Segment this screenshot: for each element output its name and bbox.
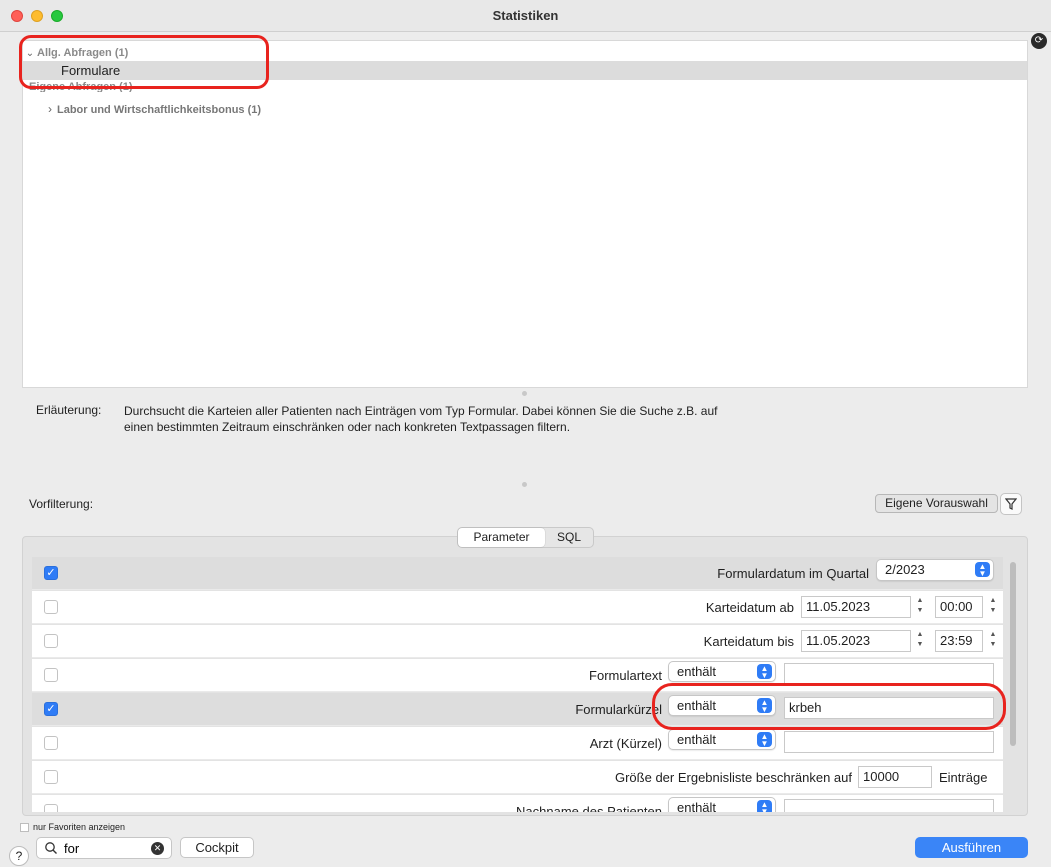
- param-label: Formularkürzel: [575, 702, 662, 717]
- karteidatum-bis-time[interactable]: 23:59: [935, 630, 983, 652]
- param-label: Formulardatum im Quartal: [717, 566, 869, 581]
- formulartext-operator-select[interactable]: enthält ▲ ▼: [668, 661, 776, 682]
- param-checkbox-quartal[interactable]: ✓: [44, 566, 58, 580]
- param-label: Nachname des Patienten: [516, 804, 662, 812]
- annotation-highlight-formularkuerzel: [652, 683, 1006, 730]
- annotation-highlight-tree: [19, 35, 269, 89]
- arzt-input[interactable]: [784, 731, 994, 753]
- time-stepper[interactable]: ▲ ▼: [987, 630, 999, 652]
- param-row-karteidatum-ab: Karteidatum ab 11.05.2023 ▲ ▼ 00:00 ▲ ▼: [32, 591, 1003, 624]
- karteidatum-ab-time[interactable]: 00:00: [935, 596, 983, 618]
- param-checkbox-karteidatum-ab[interactable]: [44, 600, 58, 614]
- window-title: Statistiken: [492, 8, 559, 23]
- ergebnisliste-limit-input[interactable]: 10000: [858, 766, 932, 788]
- tree-group-labor[interactable]: › Labor und Wirtschaftlichkeitsbonus (1): [23, 99, 1027, 118]
- param-row-ergebnisliste: Größe der Ergebnisliste beschränken auf …: [32, 761, 1003, 794]
- query-tree: ⌄Allg. Abfragen (1) Formulare ›Eigene Ab…: [22, 40, 1028, 388]
- explanation-label: Erläuterung:: [36, 403, 102, 417]
- splitter-handle[interactable]: [522, 391, 527, 396]
- chevron-updown-icon: ▲ ▼: [757, 800, 772, 812]
- param-label: Formulartext: [589, 668, 662, 683]
- splitter-handle[interactable]: [522, 482, 527, 487]
- quartal-select[interactable]: 2/2023 ▲ ▼: [876, 559, 994, 581]
- param-label: Arzt (Kürzel): [589, 736, 662, 751]
- search-input[interactable]: [64, 840, 152, 856]
- arzt-operator-select[interactable]: enthält ▲ ▼: [668, 729, 776, 750]
- param-checkbox-ergebnisliste[interactable]: [44, 770, 58, 784]
- filter-icon[interactable]: [1000, 493, 1022, 515]
- nachname-operator-select[interactable]: enthält ▲ ▼: [668, 797, 776, 812]
- param-checkbox-arzt[interactable]: [44, 736, 58, 750]
- param-checkbox-formularkuerzel[interactable]: ✓: [44, 702, 58, 716]
- favorites-only-checkbox[interactable]: [20, 823, 29, 832]
- karteidatum-bis-date[interactable]: 11.05.2023: [801, 630, 911, 652]
- param-label: Größe der Ergebnisliste beschränken auf: [614, 770, 852, 785]
- param-row-quartal: ✓ Formulardatum im Quartal 2/2023 ▲ ▼: [32, 557, 1003, 590]
- corner-action-icon[interactable]: ⟳: [1031, 33, 1047, 49]
- date-stepper[interactable]: ▲ ▼: [914, 596, 926, 618]
- param-label: Karteidatum ab: [705, 600, 794, 615]
- help-button[interactable]: ?: [9, 846, 29, 866]
- cockpit-button[interactable]: Cockpit: [180, 837, 254, 858]
- param-checkbox-nachname[interactable]: [44, 804, 58, 812]
- search-field[interactable]: ✕: [36, 837, 172, 859]
- karteidatum-ab-date[interactable]: 11.05.2023: [801, 596, 911, 618]
- search-icon: [45, 842, 57, 854]
- param-checkbox-formulartext[interactable]: [44, 668, 58, 682]
- tab-sql[interactable]: SQL: [545, 528, 593, 547]
- chevron-updown-icon: ▲ ▼: [757, 732, 772, 748]
- chevron-right-icon[interactable]: ›: [43, 100, 57, 119]
- param-row-clip: Nachname des Patienten enthält ▲ ▼: [32, 795, 1003, 812]
- prefilter-label: Vorfilterung:: [29, 497, 94, 511]
- tab-bar: Parameter SQL: [457, 527, 594, 548]
- tab-parameter[interactable]: Parameter: [458, 528, 545, 547]
- ergebnisliste-suffix: Einträge: [939, 770, 988, 785]
- scrollbar-thumb[interactable]: [1010, 562, 1016, 746]
- chevron-updown-icon: ▲ ▼: [757, 664, 772, 680]
- param-scrollbar[interactable]: [1008, 560, 1018, 812]
- nachname-input[interactable]: [784, 799, 994, 812]
- explanation-text: Durchsucht die Karteien aller Patienten …: [124, 404, 718, 434]
- favorites-only-label: nur Favoriten anzeigen: [33, 822, 126, 832]
- own-selection-button[interactable]: Eigene Vorauswahl: [875, 494, 998, 513]
- title-bar: Statistiken: [0, 0, 1051, 32]
- formulartext-input[interactable]: [784, 663, 994, 685]
- date-stepper[interactable]: ▲ ▼: [914, 630, 926, 652]
- time-stepper[interactable]: ▲ ▼: [987, 596, 999, 618]
- clear-search-icon[interactable]: ✕: [151, 842, 164, 855]
- param-row-arzt: Arzt (Kürzel) enthält ▲ ▼: [32, 727, 1003, 760]
- chevron-updown-icon: ▲ ▼: [975, 562, 990, 578]
- run-button[interactable]: Ausführen: [915, 837, 1028, 858]
- param-row-nachname: Nachname des Patienten enthält ▲ ▼: [32, 795, 1003, 812]
- param-checkbox-karteidatum-bis[interactable]: [44, 634, 58, 648]
- param-label: Karteidatum bis: [703, 634, 794, 649]
- param-row-karteidatum-bis: Karteidatum bis 11.05.2023 ▲ ▼ 23:59 ▲ ▼: [32, 625, 1003, 658]
